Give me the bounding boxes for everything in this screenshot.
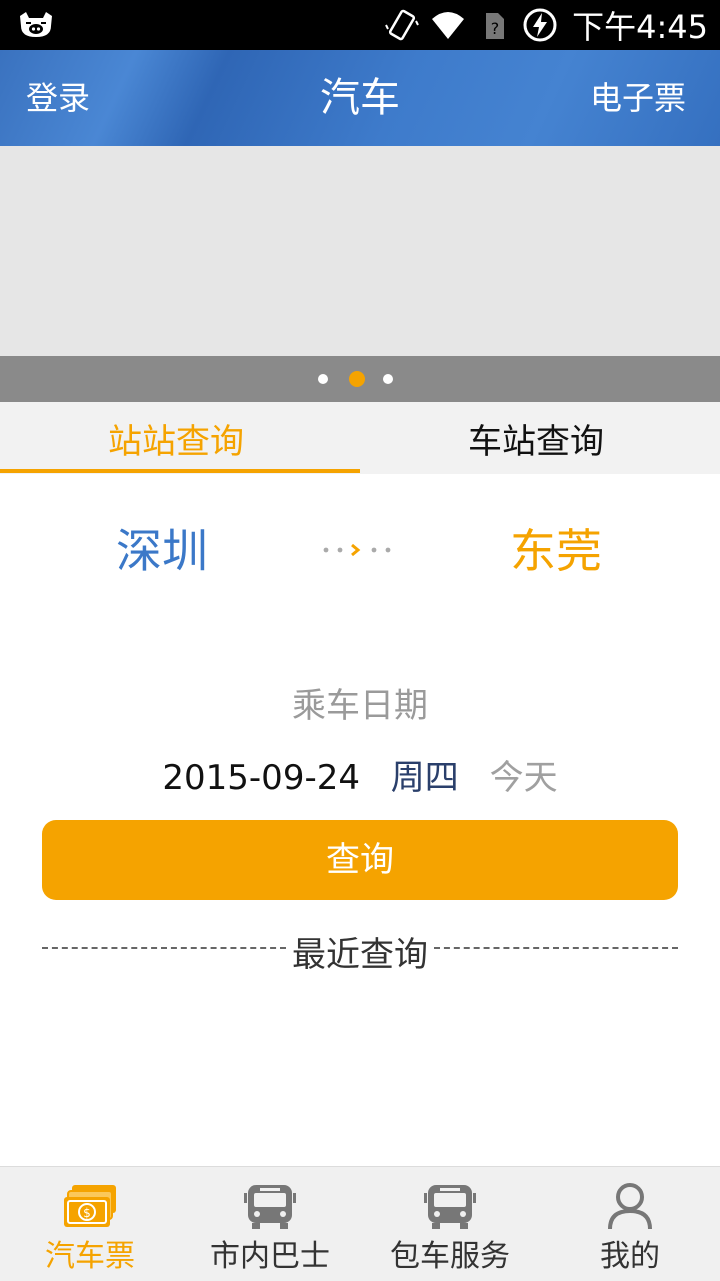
person-icon [608,1183,652,1230]
pager-dot [318,374,328,384]
nav-mine[interactable]: 我的 [540,1167,720,1281]
vibrate-icon [385,9,420,41]
recent-queries-label: 最近查询 [292,935,428,975]
tab-station-to-station[interactable]: 站站查询 [0,402,356,474]
nav-label: 包车服务 [390,1239,510,1274]
battery-charging-icon [523,8,557,42]
nav-city-bus[interactable]: 市内巴士 [180,1167,360,1281]
travel-date-label: 乘车日期 [292,686,428,726]
carousel-pager [0,356,720,402]
pager-dot-active [349,371,365,387]
ticket-icon: $ [64,1185,116,1227]
tab-active-indicator [0,469,360,473]
travel-date-picker[interactable]: 2015-09-24 周四 今天 [0,750,720,799]
status-time: 下午4:45 [572,8,708,46]
bus-icon [244,1185,296,1229]
status-bar: ? 下午4:45 [0,0,720,50]
query-button[interactable]: 查询 [42,820,678,900]
pager-dot [383,374,393,384]
arrival-city[interactable]: 东莞 [510,515,602,581]
pig-app-icon [20,12,52,37]
bus-icon [424,1185,476,1229]
svg-text:$: $ [83,1206,91,1220]
date-value: 2015-09-24 [162,758,360,798]
nav-charter-service[interactable]: 包车服务 [360,1167,540,1281]
nav-label: 我的 [600,1239,660,1274]
route-arrow-icon[interactable] [322,540,402,560]
recent-queries-divider: 最近查询 [42,925,678,975]
date-relative: 今天 [489,758,558,798]
wifi-icon [432,12,465,39]
no-sim-icon: ? [486,13,505,39]
eticket-button[interactable]: 电子票 [590,50,686,146]
banner-carousel[interactable] [0,146,720,356]
departure-city[interactable]: 深圳 [116,515,208,581]
nav-bus-tickets[interactable]: $ 汽车票 [0,1167,180,1281]
header-bar: 登录 汽车 电子票 [0,50,720,146]
divider-line [434,947,678,949]
date-weekday: 周四 [390,758,459,798]
nav-label: 市内巴士 [210,1239,330,1274]
query-tabs: 站站查询 车站查询 [0,402,720,474]
tab-station-query[interactable]: 车站查询 [356,402,716,474]
bottom-navigation: $ 汽车票 市内巴士 包车服务 我的 [0,1166,720,1281]
svg-text:?: ? [491,19,500,38]
nav-label: 汽车票 [45,1239,135,1274]
